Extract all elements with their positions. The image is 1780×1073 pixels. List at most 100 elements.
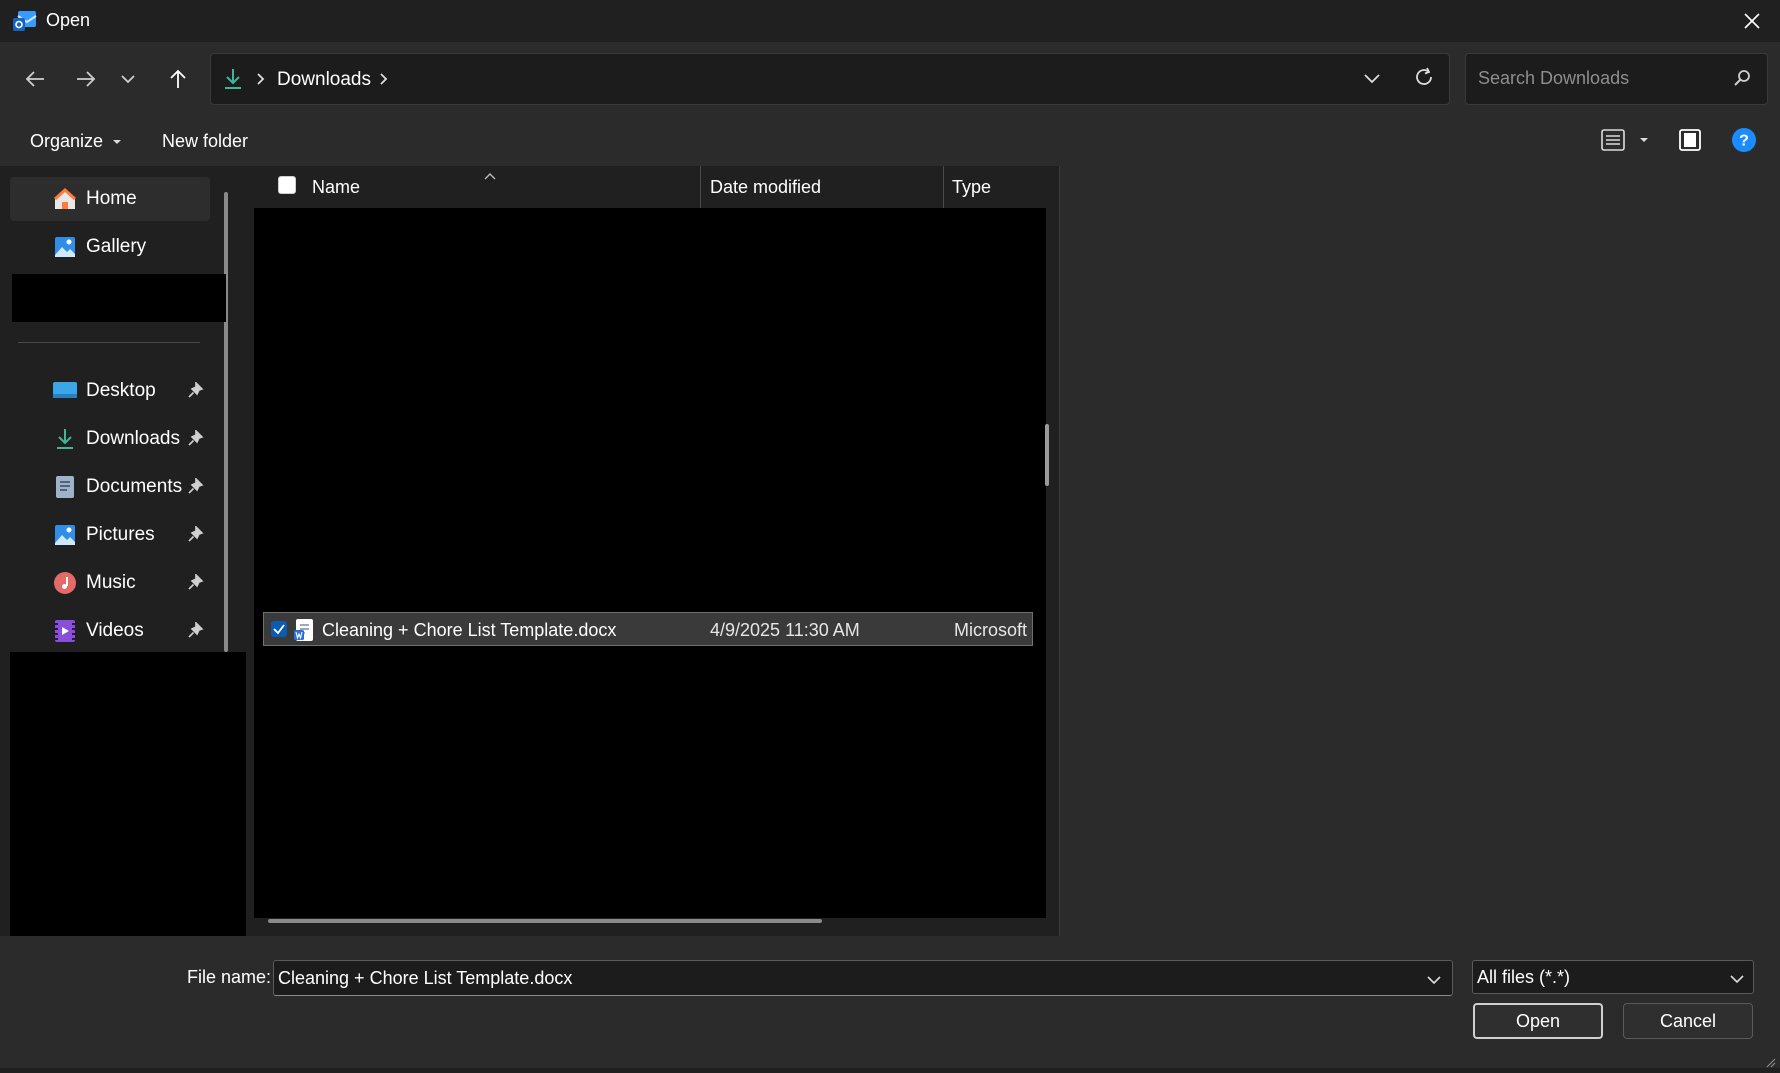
recent-locations-button[interactable] (113, 59, 143, 99)
pin-icon[interactable] (188, 525, 204, 549)
column-header-type[interactable]: Type (952, 177, 991, 198)
pictures-icon (52, 522, 78, 548)
pin-icon[interactable] (188, 573, 204, 597)
type-cell: Microsoft (954, 620, 1028, 640)
desktop-icon (52, 378, 78, 404)
chevron-down-icon[interactable] (1426, 971, 1442, 992)
sidebar-item-label: Documents (86, 476, 183, 497)
gallery-icon (52, 234, 78, 260)
home-icon (52, 186, 78, 212)
column-header-date-modified[interactable]: Date modified (710, 177, 821, 198)
help-icon: ? (1732, 128, 1756, 152)
column-header-name[interactable]: Name (312, 177, 360, 198)
sidebar-item-pictures[interactable]: Pictures (10, 513, 210, 557)
help-button[interactable]: ? (1731, 127, 1757, 158)
row-checkbox-checked[interactable] (271, 621, 287, 637)
bottom-bar (0, 936, 1780, 1068)
column-divider[interactable] (700, 166, 701, 208)
date-modified-cell: 4/9/2025 11:30 AM (710, 620, 860, 640)
sidebar-item-videos[interactable]: Videos (10, 609, 210, 653)
sidebar-divider (18, 342, 200, 343)
arrow-up-icon (170, 69, 186, 88)
sidebar-item-music[interactable]: Music (10, 561, 210, 605)
breadcrumb-separator-icon (255, 71, 267, 92)
back-button[interactable] (15, 59, 55, 99)
pin-icon[interactable] (188, 429, 204, 453)
sidebar-item-desktop[interactable]: Desktop (10, 369, 210, 413)
redacted-region (10, 652, 246, 936)
refresh-button[interactable] (1413, 66, 1435, 93)
word-document-icon (293, 618, 315, 647)
forward-button[interactable] (66, 59, 106, 99)
close-button[interactable] (1730, 4, 1774, 38)
sidebar-item-label: Music (86, 572, 136, 593)
redacted-region (12, 274, 226, 322)
search-input[interactable] (1476, 67, 1720, 90)
sidebar-item-label: Downloads (86, 428, 180, 449)
documents-icon (52, 474, 78, 500)
arrow-right-icon (77, 71, 96, 87)
sidebar-item-label: Pictures (86, 524, 155, 545)
downloads-icon (222, 67, 244, 96)
sidebar-scrollbar[interactable] (224, 192, 228, 652)
sort-ascending-icon (484, 164, 496, 185)
chevron-down-icon (1364, 74, 1380, 84)
sidebar-item-home[interactable]: Home (10, 177, 210, 221)
file-name-label: File name: (187, 967, 272, 987)
chevron-down-icon (121, 75, 135, 84)
caret-down-icon (113, 140, 122, 145)
open-button[interactable]: Open (1473, 1003, 1603, 1039)
app-icon (12, 8, 38, 34)
column-divider[interactable] (943, 166, 944, 208)
checkmark-icon (273, 624, 285, 635)
window-title: Open (46, 10, 91, 30)
search-box[interactable] (1465, 53, 1768, 105)
close-icon (1744, 13, 1760, 29)
sidebar-item-label: Videos (86, 620, 144, 641)
cancel-button[interactable]: Cancel (1623, 1003, 1753, 1039)
videos-icon (52, 618, 78, 644)
view-options-button[interactable] (1600, 128, 1652, 157)
pin-icon[interactable] (188, 621, 204, 645)
preview-pane-icon (1679, 129, 1701, 151)
up-button[interactable] (158, 59, 198, 99)
command-bar (0, 114, 1780, 166)
address-dropdown-button[interactable] (1362, 68, 1382, 93)
organize-button[interactable]: Organize (30, 131, 122, 152)
sidebar-item-gallery[interactable]: Gallery (10, 225, 210, 269)
file-name-cell: Cleaning + Chore List Template.docx (322, 620, 617, 640)
search-icon[interactable] (1732, 68, 1752, 93)
music-icon (52, 570, 78, 596)
pin-icon[interactable] (188, 477, 204, 501)
sidebar-item-label: Desktop (86, 380, 156, 401)
sidebar-item-documents[interactable]: Documents (10, 465, 210, 509)
file-name-input[interactable]: Cleaning + Chore List Template.docx (273, 960, 1453, 996)
preview-pane (1060, 166, 1780, 936)
preview-pane-button[interactable] (1678, 128, 1702, 157)
refresh-icon (1416, 67, 1432, 85)
pin-icon[interactable] (188, 381, 204, 405)
title-bar (0, 0, 1780, 42)
sidebar-item-downloads[interactable]: Downloads (10, 417, 210, 461)
resize-grip-icon[interactable] (1764, 1052, 1776, 1073)
file-list-redacted (254, 208, 1046, 918)
organize-label: Organize (30, 131, 104, 151)
breadcrumb-downloads[interactable]: Downloads (277, 69, 371, 91)
svg-text:?: ? (1739, 133, 1749, 150)
file-type-filter[interactable]: All files (*.*) (1472, 960, 1754, 994)
downloads-icon (52, 426, 78, 452)
sidebar-item-label: Home (86, 188, 137, 209)
select-all-checkbox[interactable] (278, 176, 296, 194)
file-name-value: Cleaning + Chore List Template.docx (278, 968, 573, 988)
arrow-left-icon (25, 71, 44, 87)
file-type-filter-value: All files (*.*) (1477, 967, 1571, 987)
breadcrumb-chevron-icon[interactable] (378, 71, 390, 92)
new-folder-button[interactable]: New folder (162, 131, 248, 152)
chevron-down-icon[interactable] (1729, 970, 1745, 991)
horizontal-scrollbar-thumb[interactable] (268, 919, 822, 923)
address-bar[interactable] (210, 53, 1450, 105)
details-view-icon (1601, 129, 1648, 151)
sidebar-item-label: Gallery (86, 236, 147, 257)
vertical-scrollbar-thumb[interactable] (1045, 424, 1049, 486)
pane-divider[interactable] (1059, 166, 1060, 936)
